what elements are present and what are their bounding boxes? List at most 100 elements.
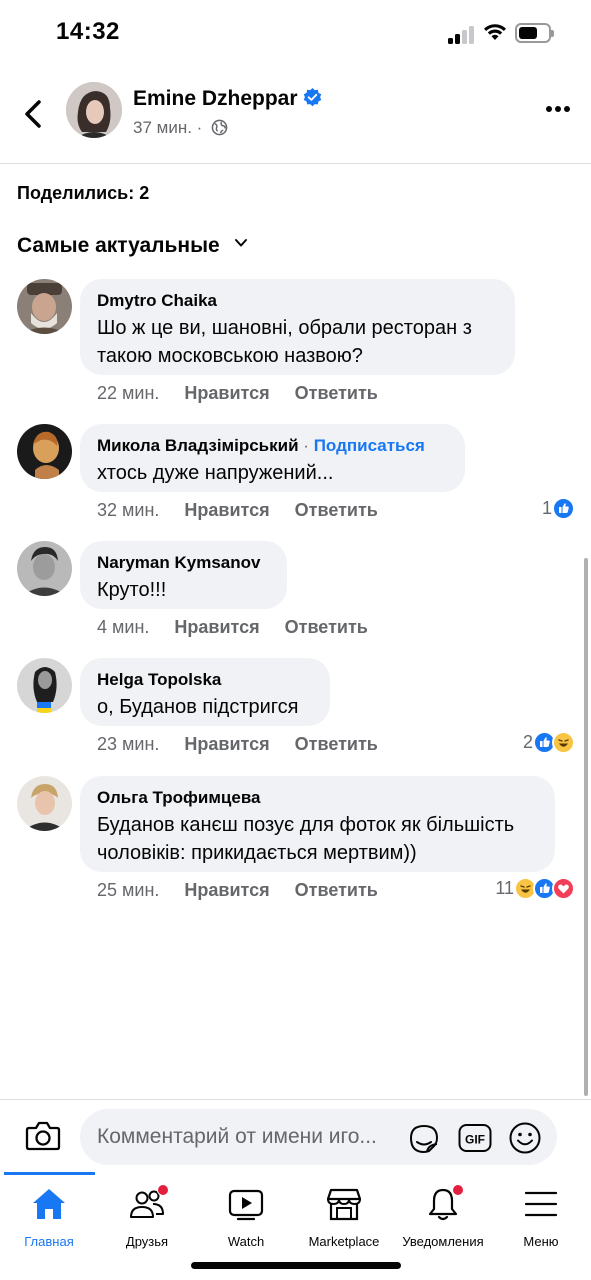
signal-icon xyxy=(448,24,476,44)
comment-bubble[interactable]: Naryman Kymsanov Круто!!! xyxy=(80,541,287,609)
commenter-name[interactable]: Naryman Kymsanov xyxy=(97,553,270,573)
notification-badge xyxy=(157,1184,169,1196)
tab-label: Уведомления xyxy=(402,1234,484,1249)
post-header: Emine Dzheppar 37 мин. · xyxy=(0,66,591,164)
comment-text: Круто!!! xyxy=(97,579,167,601)
battery-icon xyxy=(515,23,554,43)
tab-notifications[interactable]: Уведомления xyxy=(394,1184,492,1249)
meta-separator: · xyxy=(196,118,203,137)
status-bar: 14:32 xyxy=(0,0,591,66)
comment-actions: 4 мин. Нравится Ответить xyxy=(97,617,388,638)
commenter-name[interactable]: Dmytro Chaika xyxy=(97,291,498,311)
comment-sort-dropdown[interactable]: Самые актуальные xyxy=(17,234,248,258)
like-button[interactable]: Нравится xyxy=(184,880,269,900)
like-button[interactable]: Нравится xyxy=(184,734,269,754)
menu-icon xyxy=(524,1191,558,1217)
tab-watch[interactable]: Watch xyxy=(197,1184,295,1249)
tab-label: Watch xyxy=(227,1234,265,1249)
like-reaction-icon xyxy=(552,497,575,520)
svg-text:GIF: GIF xyxy=(465,1133,485,1147)
author-name[interactable]: Emine Dzheppar xyxy=(133,87,322,111)
comment-bubble[interactable]: Dmytro Chaika Шо ж це ви, шановні, обрал… xyxy=(80,279,515,375)
commenter-name[interactable]: Микола Владзімірський xyxy=(97,436,299,455)
back-arrow-icon[interactable] xyxy=(20,94,48,134)
more-options-icon[interactable] xyxy=(545,104,571,114)
comment-actions: 22 мин. Нравится Ответить xyxy=(97,383,398,404)
tab-menu[interactable]: Меню xyxy=(492,1184,590,1249)
emoji-icon[interactable] xyxy=(508,1121,542,1155)
comment-time: 4 мин. xyxy=(97,617,150,637)
commenter-header: Микола Владзімірський · Подписаться xyxy=(97,436,448,456)
tab-friends[interactable]: Друзья xyxy=(98,1184,196,1249)
reaction-count: 2 xyxy=(522,732,533,752)
comment-bubble[interactable]: Микола Владзімірський · Подписаться хтос… xyxy=(80,424,465,492)
reply-button[interactable]: Ответить xyxy=(295,880,378,900)
like-button[interactable]: Нравится xyxy=(184,383,269,403)
comment-text: хтось дуже напружений... xyxy=(97,462,334,484)
comment-text: Буданов канєш позує для фоток як більшіс… xyxy=(97,814,515,836)
comment-bubble[interactable]: Ольга Трофимцева Буданов канєш позує для… xyxy=(80,776,555,872)
watch-icon xyxy=(228,1189,264,1221)
reaction-summary[interactable]: 1 xyxy=(542,497,575,520)
reaction-count: 1 xyxy=(541,498,552,518)
comment-actions: 23 мин. Нравится Ответить xyxy=(97,734,398,755)
author-avatar[interactable] xyxy=(66,82,122,138)
chevron-down-icon xyxy=(234,239,247,247)
haha-reaction-icon xyxy=(552,731,575,754)
comment-text: о, Буданов підстригся xyxy=(97,696,299,718)
comment-text: чоловіків: прикидається мертвим)) xyxy=(97,842,417,864)
commenter-name[interactable]: Helga Topolska xyxy=(97,670,313,690)
reply-button[interactable]: Ответить xyxy=(295,500,378,520)
comment-bubble[interactable]: Helga Topolska о, Буданов підстригся xyxy=(80,658,330,726)
tab-label: Друзья xyxy=(125,1234,169,1249)
notification-badge xyxy=(452,1184,464,1196)
post-meta: 37 мин. · xyxy=(133,118,228,138)
comment-text: Шо ж це ви, шановні, обрали ресторан з xyxy=(97,317,472,339)
gif-icon[interactable]: GIF xyxy=(458,1123,492,1153)
tab-label: Главная xyxy=(24,1234,74,1249)
reaction-summary[interactable]: 2 xyxy=(523,731,575,754)
marketplace-icon xyxy=(326,1188,362,1221)
comment-actions: 25 мин. Нравится Ответить xyxy=(97,880,398,901)
comment-input[interactable]: Комментарий от имени иго... GIF xyxy=(80,1109,557,1165)
reaction-summary[interactable]: 11 xyxy=(495,877,575,900)
commenter-avatar[interactable] xyxy=(17,424,72,479)
active-tab-indicator xyxy=(4,1172,95,1175)
comment-input-placeholder: Комментарий от имени иго... xyxy=(97,1125,377,1148)
commenter-avatar[interactable] xyxy=(17,279,72,334)
commenter-avatar[interactable] xyxy=(17,541,72,596)
tab-home[interactable]: Главная xyxy=(0,1184,98,1249)
wifi-icon xyxy=(484,24,506,40)
comment-time: 23 мин. xyxy=(97,734,160,754)
follow-button[interactable]: Подписаться xyxy=(314,436,425,455)
reply-button[interactable]: Ответить xyxy=(285,617,368,637)
verified-badge-icon xyxy=(303,88,321,107)
scrollbar[interactable] xyxy=(584,558,588,1096)
comment-time: 22 мин. xyxy=(97,383,160,403)
home-icon xyxy=(33,1189,65,1219)
comment-time: 25 мин. xyxy=(97,880,160,900)
sort-label: Самые актуальные xyxy=(17,234,220,257)
status-time: 14:32 xyxy=(56,18,120,45)
sticker-icon[interactable] xyxy=(407,1122,441,1154)
tab-marketplace[interactable]: Marketplace xyxy=(295,1184,393,1249)
camera-icon[interactable] xyxy=(25,1120,61,1152)
comment-composer: Комментарий от имени иго... GIF xyxy=(0,1099,591,1171)
author-name-text[interactable]: Emine Dzheppar xyxy=(133,87,298,110)
comment-time: 32 мин. xyxy=(97,500,160,520)
tab-label: Marketplace xyxy=(308,1234,380,1249)
like-button[interactable]: Нравится xyxy=(174,617,259,637)
commenter-avatar[interactable] xyxy=(17,658,72,713)
post-time: 37 мин. xyxy=(133,118,192,137)
tab-label: Меню xyxy=(523,1234,559,1249)
reaction-count: 11 xyxy=(495,878,514,898)
like-button[interactable]: Нравится xyxy=(184,500,269,520)
reply-button[interactable]: Ответить xyxy=(295,383,378,403)
commenter-avatar[interactable] xyxy=(17,776,72,831)
commenter-name[interactable]: Ольга Трофимцева xyxy=(97,788,538,808)
shares-count[interactable]: Поделились: 2 xyxy=(17,183,149,204)
reply-button[interactable]: Ответить xyxy=(295,734,378,754)
comment-actions: 32 мин. Нравится Ответить xyxy=(97,500,398,521)
follow-separator: · xyxy=(303,436,309,455)
love-reaction-icon xyxy=(552,877,575,900)
